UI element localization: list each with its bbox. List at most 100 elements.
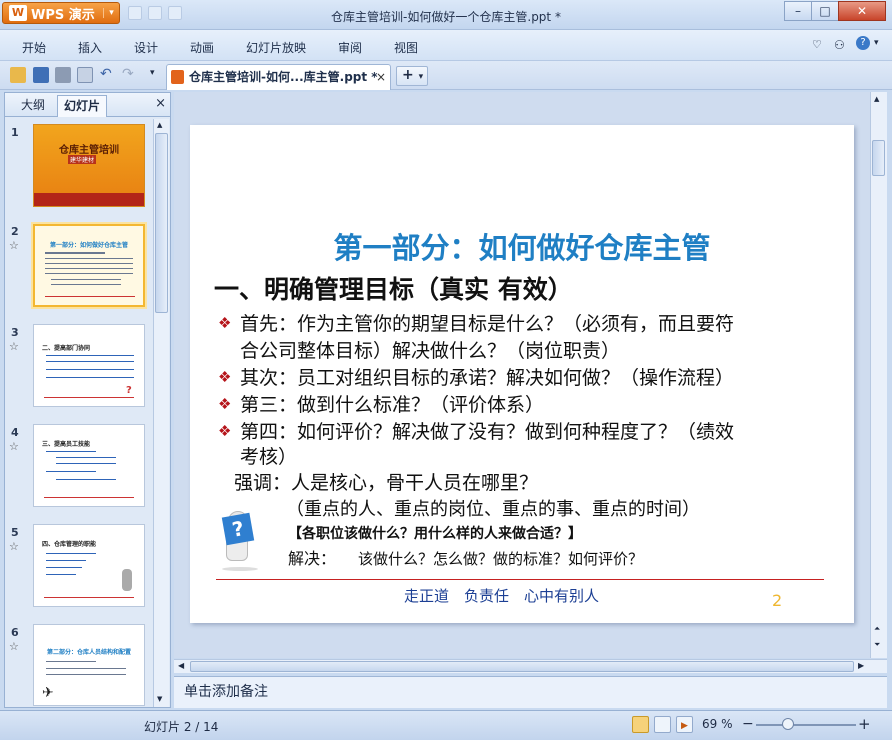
menu-slideshow[interactable]: 幻灯片放映 bbox=[246, 39, 306, 56]
prev-slide-icon[interactable]: ⏶ bbox=[874, 624, 880, 634]
chevron-down-icon: ▾ bbox=[418, 72, 424, 82]
thumb-number: 1 bbox=[11, 126, 19, 139]
footer-divider bbox=[216, 579, 824, 580]
thumb-band bbox=[34, 193, 144, 206]
skin-icon[interactable]: ⚇ bbox=[834, 38, 845, 52]
thumb-logo: 建华建材 bbox=[68, 155, 97, 164]
slide-thumbnail-panel: 大纲 幻灯片 × 1 仓库主管培训 建华建材 2 ☆ 第一部分：如何做好仓库主管… bbox=[4, 92, 171, 708]
zoom-level[interactable]: 69 % bbox=[702, 717, 733, 731]
body-line: 其次：员工对组织目标的承诺？解决如何做？（操作流程） bbox=[240, 367, 735, 389]
redo-icon[interactable]: ↷ bbox=[122, 66, 134, 82]
normal-view-icon[interactable] bbox=[632, 716, 649, 733]
scroll-up-icon[interactable]: ▲ bbox=[157, 121, 162, 129]
star-icon: ☆ bbox=[9, 440, 19, 453]
print-preview-icon[interactable] bbox=[77, 67, 93, 83]
panel-tabs: 大纲 幻灯片 × bbox=[5, 93, 170, 117]
notes-placeholder: 单击添加备注 bbox=[184, 684, 268, 700]
thumb-title: 仓库主管培训 bbox=[59, 145, 119, 156]
slide-thumb-1[interactable]: 仓库主管培训 建华建材 bbox=[33, 124, 145, 207]
panel-scroll-thumb[interactable] bbox=[155, 133, 168, 313]
quick-save-icon[interactable] bbox=[128, 6, 142, 20]
close-button[interactable]: ✕ bbox=[838, 1, 886, 21]
tab-close-icon[interactable]: × bbox=[376, 65, 386, 89]
star-icon: ☆ bbox=[9, 540, 19, 553]
app-name: WPS 演示 bbox=[31, 7, 95, 23]
quick-redo-icon[interactable] bbox=[168, 6, 182, 20]
menu-design[interactable]: 设计 bbox=[134, 39, 158, 56]
menu-animation[interactable]: 动画 bbox=[190, 39, 214, 56]
slide-subtitle: 一、明确管理目标（真实 有效） bbox=[214, 275, 573, 304]
menu-home[interactable]: 开始 bbox=[22, 39, 46, 56]
quick-undo-icon[interactable] bbox=[148, 6, 162, 20]
menu-view[interactable]: 视图 bbox=[394, 39, 418, 56]
slide-thumb-4[interactable]: 三、提高员工技能 bbox=[33, 424, 145, 507]
maximize-button[interactable]: □ bbox=[811, 1, 839, 21]
tab-outline[interactable]: 大纲 bbox=[13, 95, 53, 117]
body-line: 考核） bbox=[240, 446, 298, 468]
wps-logo-icon: W bbox=[9, 5, 27, 21]
new-tab-button[interactable]: + ▾ bbox=[396, 66, 428, 86]
thumb-number: 4 bbox=[11, 426, 19, 439]
quick-toolbar: ↶ ↷ ▾ 仓库主管培训-如何...库主管.ppt * × + ▾ bbox=[0, 60, 892, 90]
body-line: 强调：人是核心，骨干人员在哪里？ bbox=[234, 472, 539, 494]
document-tab[interactable]: 仓库主管培训-如何...库主管.ppt * × bbox=[166, 64, 391, 90]
bullet-icon: ❖ bbox=[218, 368, 232, 386]
thumb-title: 三、提高员工技能 bbox=[42, 441, 91, 448]
slide-thumb-5[interactable]: 四、仓库管理的职能 bbox=[33, 524, 145, 607]
menu-bar: 开始 插入 设计 动画 幻灯片放映 审阅 视图 ♡ ⚇ ? ▾ bbox=[0, 30, 892, 60]
body-line: 合公司整体目标）解决做什么？（岗位职责） bbox=[240, 340, 621, 362]
star-icon: ☆ bbox=[9, 239, 19, 252]
slide-sorter-icon[interactable] bbox=[654, 716, 671, 733]
zoom-in-icon[interactable]: + bbox=[858, 715, 871, 733]
title-bar: W WPS 演示 ▾ 仓库主管培训-如何做好一个仓库主管.ppt * – □ ✕ bbox=[0, 0, 892, 30]
panel-close-icon[interactable]: × bbox=[155, 96, 166, 111]
zoom-slider-track[interactable] bbox=[756, 724, 856, 726]
print-icon[interactable] bbox=[55, 67, 71, 83]
menu-review[interactable]: 审阅 bbox=[338, 39, 362, 56]
vertical-scroll-thumb[interactable] bbox=[872, 140, 885, 176]
bullet-icon: ❖ bbox=[218, 395, 232, 413]
slide-thumb-6[interactable]: 第二部分：仓库人员结构和配置 ✈ bbox=[33, 624, 145, 706]
notes-pane[interactable]: 单击添加备注 bbox=[174, 676, 887, 708]
open-folder-icon[interactable] bbox=[10, 67, 26, 83]
slide-thumb-3[interactable]: 二、提高部门协同 ? bbox=[33, 324, 145, 407]
slide-page-number: 2 bbox=[772, 591, 783, 610]
scroll-up-icon[interactable]: ▲ bbox=[874, 95, 879, 103]
zoom-out-icon[interactable]: − bbox=[742, 716, 754, 732]
tab-slides[interactable]: 幻灯片 bbox=[57, 95, 107, 117]
undo-icon[interactable]: ↶ bbox=[100, 66, 112, 82]
vertical-scrollbar[interactable]: ▲ ⏶ ⏷ bbox=[870, 92, 887, 658]
chevron-down-icon: ▾ bbox=[103, 8, 119, 18]
help-icon[interactable]: ? bbox=[856, 36, 870, 50]
save-icon[interactable] bbox=[33, 67, 49, 83]
body-line: （重点的人、重点的岗位、重点的事、重点的时间） bbox=[286, 499, 700, 520]
body-line: 第四：如何评价？解决做了没有？做到何种程度了？（绩效 bbox=[240, 421, 735, 443]
thumb-number: 2 bbox=[11, 225, 19, 238]
minimize-button[interactable]: – bbox=[784, 1, 812, 21]
scroll-right-icon[interactable]: ▶ bbox=[858, 661, 864, 670]
slide-title: 第一部分：如何做好仓库主管 bbox=[333, 231, 711, 265]
slideshow-play-icon[interactable]: ▶ bbox=[676, 716, 693, 733]
zoom-slider-knob[interactable] bbox=[782, 718, 794, 730]
slide-count: 幻灯片 2 / 14 bbox=[144, 720, 219, 734]
document-tab-label: 仓库主管培训-如何...库主管.ppt * bbox=[189, 70, 378, 84]
thumb-title: 四、仓库管理的职能 bbox=[42, 541, 97, 548]
chevron-down-icon[interactable]: ♡ bbox=[812, 38, 822, 51]
wps-app-menu-button[interactable]: W WPS 演示 ▾ bbox=[2, 2, 120, 24]
scroll-left-icon[interactable]: ◀ bbox=[178, 661, 184, 670]
bullet-icon: ❖ bbox=[218, 314, 232, 332]
horizontal-scrollbar[interactable]: ◀ ▶ bbox=[174, 659, 887, 673]
ppt-file-icon bbox=[171, 70, 184, 84]
thumb-question-icon: ? bbox=[126, 385, 132, 396]
menu-insert[interactable]: 插入 bbox=[78, 39, 102, 56]
question-figure-icon: ? bbox=[202, 495, 266, 573]
chevron-down-icon[interactable]: ▾ bbox=[150, 68, 155, 78]
chevron-down-icon[interactable]: ▾ bbox=[874, 38, 879, 48]
slide-edit-area: 第一部分：如何做好仓库主管 一、明确管理目标（真实 有效） ❖ 首先：作为主管你… bbox=[174, 92, 887, 673]
scroll-down-icon[interactable]: ▼ bbox=[157, 695, 162, 703]
horizontal-scroll-thumb[interactable] bbox=[190, 661, 854, 672]
slide-canvas[interactable]: 第一部分：如何做好仓库主管 一、明确管理目标（真实 有效） ❖ 首先：作为主管你… bbox=[190, 125, 854, 623]
panel-scrollbar[interactable]: ▲ ▼ bbox=[153, 119, 169, 707]
slide-thumb-2[interactable]: 第一部分：如何做好仓库主管 bbox=[33, 224, 145, 307]
next-slide-icon[interactable]: ⏷ bbox=[874, 640, 880, 650]
